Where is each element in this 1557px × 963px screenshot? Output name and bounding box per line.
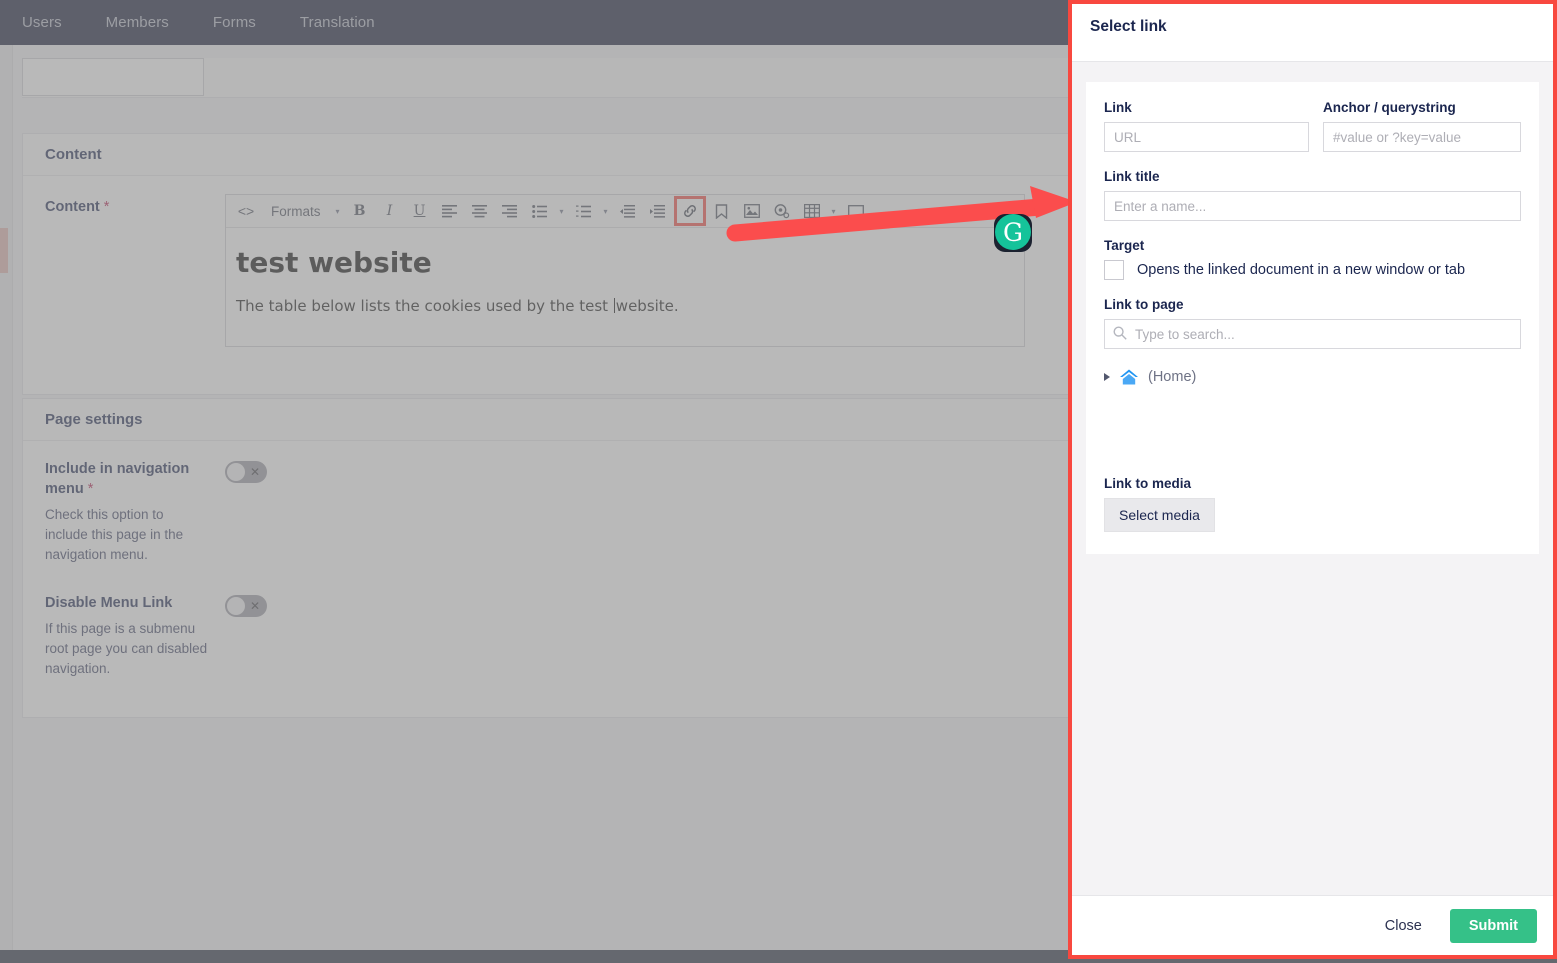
select-link-dialog: Select link Link Anchor / querystring Li… xyxy=(1068,0,1557,959)
macro-gear-icon[interactable] xyxy=(768,198,796,224)
link-to-media-group: Link to media Select media xyxy=(1104,476,1521,532)
link-title-group: Link title xyxy=(1104,169,1521,221)
toggle-off-mark: ✕ xyxy=(250,461,260,483)
editor-toolbar: <> Formats ▾ B I U xyxy=(226,195,1024,228)
submit-button[interactable]: Submit xyxy=(1450,909,1537,943)
setting-title-text: Disable Menu Link xyxy=(45,595,172,611)
setting-description: Check this option to include this page i… xyxy=(45,505,209,565)
bullet-list-icon[interactable] xyxy=(526,198,554,224)
toggle-off-mark: ✕ xyxy=(250,595,260,617)
tree-node-label: (Home) xyxy=(1148,369,1196,385)
setting-description: If this page is a submenu root page you … xyxy=(45,619,209,679)
close-button[interactable]: Close xyxy=(1379,917,1428,935)
table-chevron-icon[interactable]: ▾ xyxy=(828,198,840,224)
anchor-querystring-label: Anchor / querystring xyxy=(1323,100,1521,115)
numbered-list-chevron-icon[interactable]: ▾ xyxy=(600,198,612,224)
nav-item-translation[interactable]: Translation xyxy=(278,0,397,45)
content-field-label-text: Content xyxy=(45,199,100,215)
target-checkbox-label: Opens the linked document in a new windo… xyxy=(1137,262,1465,278)
expand-triangle-icon[interactable] xyxy=(1104,373,1110,381)
editor-heading: test website xyxy=(236,246,1014,279)
required-asterisk: * xyxy=(104,199,110,215)
link-to-page-group: Link to page xyxy=(1104,297,1521,459)
nav-item-members[interactable]: Members xyxy=(84,0,191,45)
embed-icon[interactable] xyxy=(842,198,870,224)
dialog-footer: Close Submit xyxy=(1072,895,1553,955)
tree-node-home[interactable]: (Home) xyxy=(1104,367,1521,387)
nav-item-users[interactable]: Users xyxy=(0,0,84,45)
home-icon xyxy=(1119,367,1139,387)
content-field-label: Content * xyxy=(45,194,225,347)
align-left-icon[interactable] xyxy=(436,198,464,224)
text-cursor xyxy=(614,298,615,313)
bold-icon[interactable]: B xyxy=(346,198,374,224)
setting-title-text: Include in navigation menu xyxy=(45,461,189,497)
target-checkbox-row[interactable]: Opens the linked document in a new windo… xyxy=(1104,260,1521,280)
screen: Users Members Forms Translation Content … xyxy=(0,0,1557,963)
anchor-querystring-input[interactable] xyxy=(1323,122,1521,152)
indent-icon[interactable] xyxy=(644,198,672,224)
link-title-label: Link title xyxy=(1104,169,1521,184)
page-search-wrapper xyxy=(1104,319,1521,349)
select-media-button[interactable]: Select media xyxy=(1104,498,1215,532)
nav-item-forms[interactable]: Forms xyxy=(191,0,278,45)
more-toolbar-items[interactable] xyxy=(872,198,890,224)
setting-label-group: Include in navigation menu * Check this … xyxy=(45,459,225,565)
link-anchor-row: Link Anchor / querystring xyxy=(1104,100,1521,152)
insert-link-icon[interactable] xyxy=(674,196,706,226)
search-icon xyxy=(1113,326,1127,340)
link-url-input[interactable] xyxy=(1104,122,1309,152)
dialog-form-panel: Link Anchor / querystring Link title Tar… xyxy=(1086,82,1539,554)
dialog-header: Select link xyxy=(1072,4,1553,62)
table-icon[interactable] xyxy=(798,198,826,224)
align-center-icon[interactable] xyxy=(466,198,494,224)
editor-paragraph-text-after-caret: website. xyxy=(616,297,679,315)
setting-label-group: Disable Menu Link If this page is a subm… xyxy=(45,593,225,679)
page-tree: (Home) xyxy=(1104,367,1521,459)
left-rail xyxy=(0,45,13,950)
align-right-icon[interactable] xyxy=(496,198,524,224)
page-search-input[interactable] xyxy=(1104,319,1521,349)
setting-title: Include in navigation menu * xyxy=(45,459,209,499)
link-title-input[interactable] xyxy=(1104,191,1521,221)
toggle-knob xyxy=(227,463,245,481)
setting-title: Disable Menu Link xyxy=(45,593,209,613)
target-new-window-checkbox[interactable] xyxy=(1104,260,1124,280)
required-asterisk: * xyxy=(88,481,94,497)
underline-icon[interactable]: U xyxy=(406,198,434,224)
target-label: Target xyxy=(1104,238,1521,253)
toggle-knob xyxy=(227,597,245,615)
link-field-group: Link xyxy=(1104,100,1309,152)
anchor-icon[interactable] xyxy=(708,198,736,224)
italic-icon[interactable]: I xyxy=(376,198,404,224)
rich-text-editor: <> Formats ▾ B I U xyxy=(225,194,1025,347)
formats-dropdown[interactable]: Formats xyxy=(262,198,330,224)
link-label: Link xyxy=(1104,100,1309,115)
anchor-field-group: Anchor / querystring xyxy=(1323,100,1521,152)
insert-image-icon[interactable] xyxy=(738,198,766,224)
link-to-page-label: Link to page xyxy=(1104,297,1521,312)
source-code-icon[interactable]: <> xyxy=(232,198,260,224)
chevron-down-icon[interactable]: ▾ xyxy=(332,198,344,224)
toggle-disable-menu-link[interactable]: ✕ xyxy=(225,595,267,617)
target-group: Target Opens the linked document in a ne… xyxy=(1104,238,1521,280)
link-to-media-label: Link to media xyxy=(1104,476,1521,491)
left-accent-marker xyxy=(0,228,8,273)
bullet-list-chevron-icon[interactable]: ▾ xyxy=(556,198,568,224)
outdent-icon[interactable] xyxy=(614,198,642,224)
toggle-include-in-navigation-menu[interactable]: ✕ xyxy=(225,461,267,483)
editor-paragraph-text-before-caret: The table below lists the cookies used b… xyxy=(236,297,613,315)
editor-paragraph: The table below lists the cookies used b… xyxy=(236,297,1014,315)
dialog-title: Select link xyxy=(1090,18,1167,36)
dialog-body: Link Anchor / querystring Link title Tar… xyxy=(1072,62,1553,895)
editor-content-area[interactable]: test website The table below lists the c… xyxy=(226,228,1024,346)
search-input[interactable] xyxy=(22,58,204,96)
numbered-list-icon[interactable] xyxy=(570,198,598,224)
